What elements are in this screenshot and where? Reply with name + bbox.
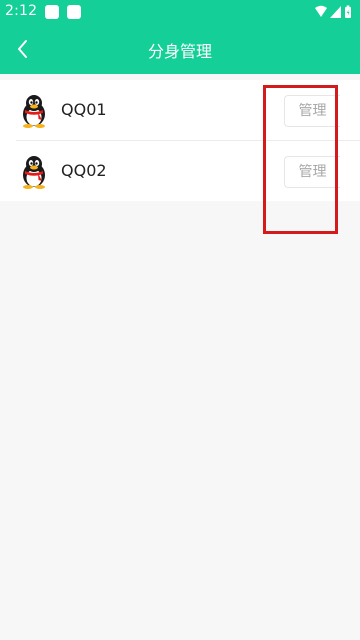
account-name: QQ02 bbox=[61, 161, 107, 180]
list-item[interactable]: QQ02 管理 bbox=[0, 141, 360, 201]
battery-icon bbox=[345, 5, 351, 18]
manage-button[interactable]: 管理 bbox=[284, 156, 340, 188]
manage-button[interactable]: 管理 bbox=[284, 95, 340, 127]
status-bar: 2:12 bbox=[0, 0, 360, 24]
notification-icon bbox=[67, 5, 81, 19]
system-icons bbox=[314, 5, 354, 19]
status-time: 2:12 bbox=[5, 3, 38, 19]
list-item[interactable]: QQ01 管理 bbox=[0, 80, 360, 141]
notification-icon bbox=[45, 5, 59, 19]
account-name: QQ01 bbox=[61, 100, 107, 119]
qq-penguin-icon bbox=[20, 94, 48, 128]
signal-icon bbox=[330, 6, 341, 18]
page-title: 分身管理 bbox=[147, 42, 212, 61]
account-list: QQ01 管理 QQ02 管理 bbox=[0, 80, 360, 201]
wifi-icon bbox=[315, 5, 327, 17]
qq-penguin-icon bbox=[20, 155, 48, 189]
app-bar: 分身管理 bbox=[0, 24, 360, 74]
